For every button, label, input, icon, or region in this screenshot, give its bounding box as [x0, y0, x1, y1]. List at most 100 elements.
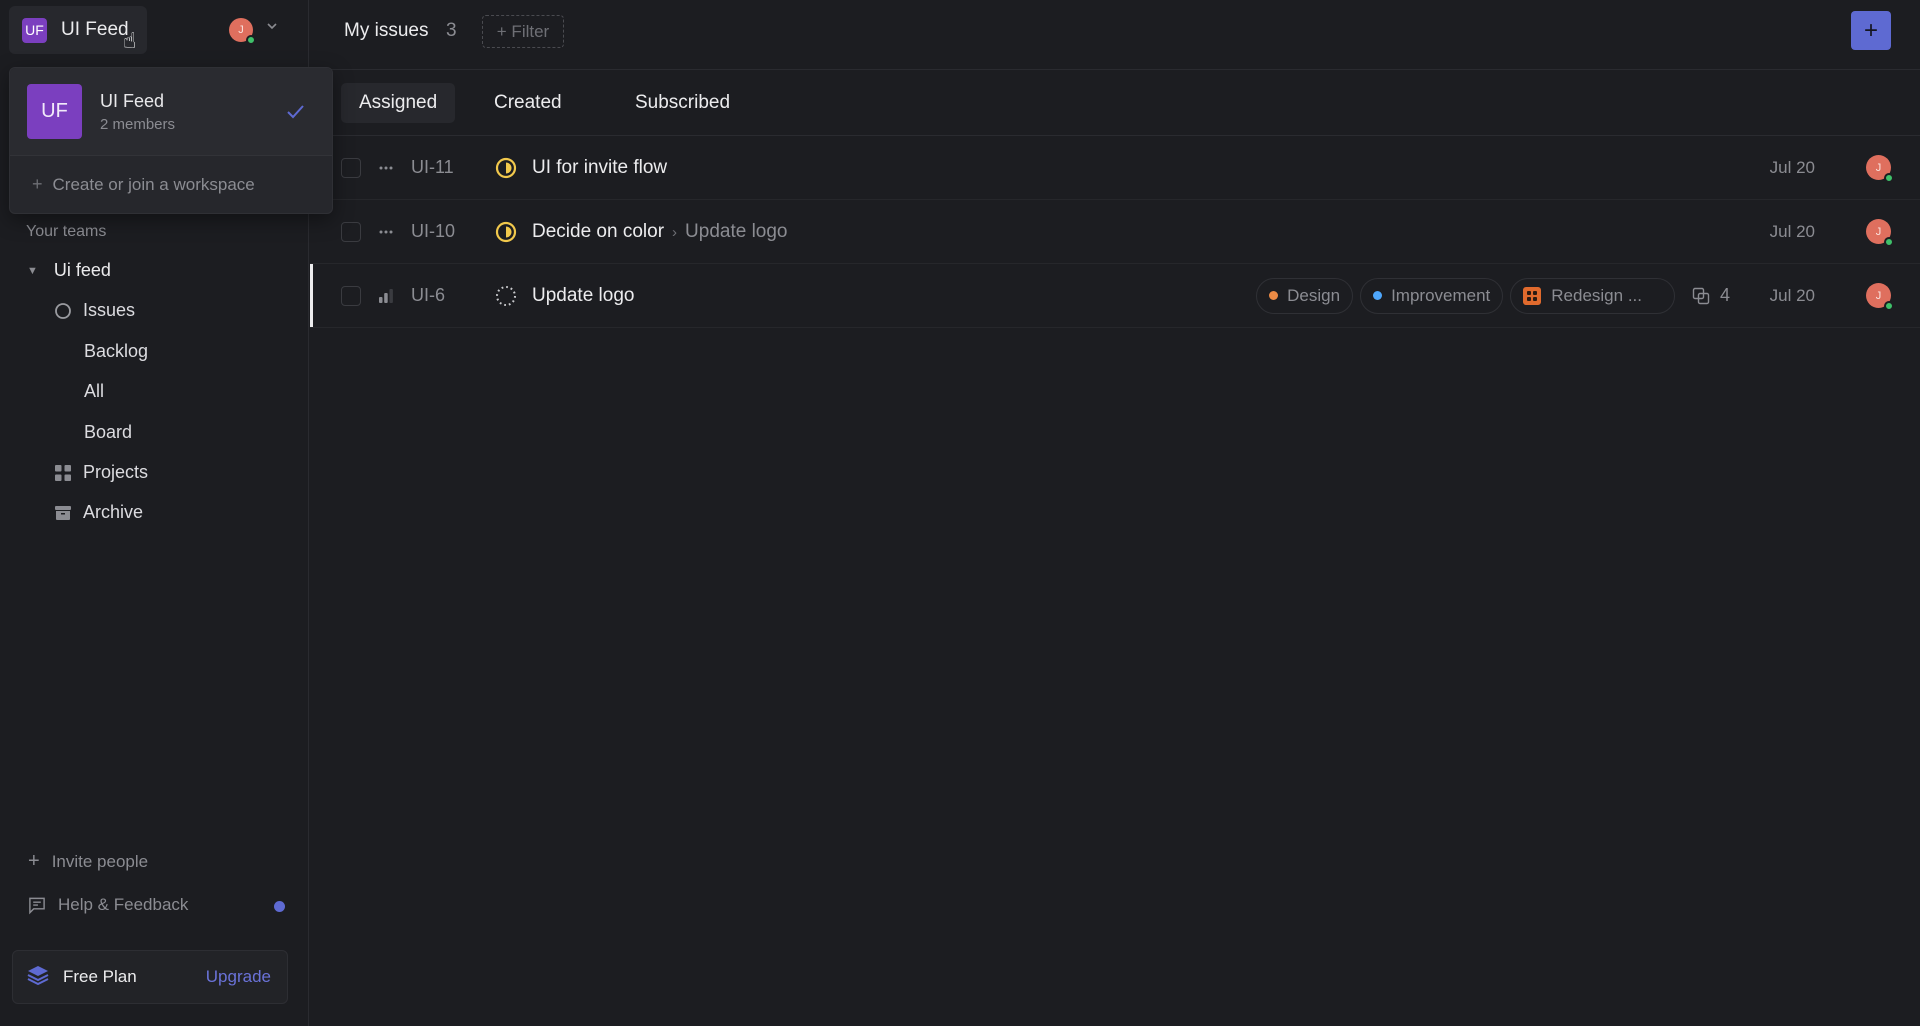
avatar-initial: J — [238, 24, 244, 36]
issue-id: UI-6 — [411, 285, 446, 305]
sub-issues-number: 4 — [1719, 285, 1730, 305]
parent-issue-link[interactable]: Update logo — [685, 221, 787, 242]
header: My issues 3 + Filter + — [310, 0, 1920, 70]
workspace-badge: UF — [22, 17, 47, 43]
hand-cursor-icon: ☝ — [123, 28, 137, 53]
new-issue-button[interactable]: + — [1851, 11, 1891, 50]
sidebar-item-label: All — [84, 381, 105, 401]
label-dot — [1373, 291, 1383, 300]
chevron-down-icon[interactable] — [264, 18, 280, 34]
sidebar-item-projects[interactable]: Projects — [54, 462, 148, 483]
label-chip-improvement[interactable]: Improvement — [1360, 277, 1504, 314]
issue-id: UI-11 — [411, 157, 454, 177]
upgrade-link[interactable]: Upgrade — [206, 967, 271, 987]
row-checkbox[interactable] — [341, 157, 361, 178]
workspace-member-count: 2 members — [100, 115, 176, 133]
issue-count: 3 — [446, 20, 457, 41]
layers-icon — [27, 965, 49, 990]
issue-row[interactable]: UI-6 Update logo Design Improvement Rede… — [310, 264, 1920, 328]
online-indicator — [246, 35, 256, 45]
row-checkbox[interactable] — [341, 285, 361, 306]
workspace-option[interactable]: UF UI Feed 2 members — [10, 68, 332, 156]
tabs: Assigned Created Subscribed — [310, 70, 1920, 136]
create-workspace-label: Create or join a workspace — [52, 174, 255, 194]
avatar-initial: J — [1875, 225, 1882, 238]
project-icon — [1523, 286, 1542, 305]
team-ui-feed[interactable]: ▼ Ui feed — [27, 260, 111, 281]
archive-icon — [54, 504, 72, 522]
create-workspace-option[interactable]: + Create or join a workspace — [10, 156, 332, 213]
issue-row[interactable]: UI-10 Decide on color › Update logo Jul 20… — [310, 200, 1920, 264]
sidebar-item-issues[interactable]: Issues — [54, 300, 135, 321]
sidebar-item-label: Archive — [83, 502, 144, 522]
no-priority-icon[interactable] — [378, 160, 394, 176]
message-icon — [28, 896, 46, 914]
issue-date: Jul 20 — [1769, 221, 1815, 241]
help-label: Help & Feedback — [58, 895, 189, 914]
issue-title[interactable]: Decide on color › Update logo — [532, 221, 788, 243]
plus-icon: + — [32, 174, 43, 194]
issue-date: Jul 20 — [1769, 157, 1815, 177]
sidebar-item-archive[interactable]: Archive — [54, 502, 143, 523]
project-chip[interactable]: Redesign ... — [1510, 277, 1675, 314]
sub-issues-count[interactable]: 4 — [1692, 285, 1730, 306]
circle-icon — [54, 302, 72, 320]
tab-created[interactable]: Created — [476, 83, 580, 123]
no-priority-icon[interactable] — [378, 224, 394, 240]
plan-card: Free Plan Upgrade — [12, 950, 288, 1004]
plus-icon: + — [1863, 16, 1878, 44]
label-dot — [1269, 291, 1279, 300]
assignee-avatar[interactable]: J — [1866, 283, 1894, 311]
issue-id: UI-10 — [411, 221, 456, 241]
avatar-initial: J — [1875, 289, 1882, 302]
sidebar-item-all[interactable]: All — [84, 381, 104, 402]
label-name: Improvement — [1391, 285, 1491, 305]
help-feedback-button[interactable]: Help & Feedback — [28, 895, 188, 915]
tab-assigned[interactable]: Assigned — [341, 83, 456, 123]
backlog-status-icon[interactable] — [495, 285, 517, 307]
assignee-avatar[interactable]: J — [1866, 219, 1894, 247]
assignee-avatar[interactable]: J — [1866, 155, 1894, 183]
workspace-name: UI Feed — [61, 19, 129, 40]
label-chip-design[interactable]: Design — [1256, 277, 1354, 314]
sidebar-item-label: Backlog — [84, 341, 149, 361]
team-name-label: Ui feed — [53, 260, 111, 280]
plan-label: Free Plan — [63, 967, 137, 986]
caret-down-icon: ▼ — [27, 264, 38, 277]
invite-label: Invite people — [51, 851, 149, 871]
check-icon — [287, 105, 304, 119]
notification-dot — [274, 901, 285, 912]
invite-people-button[interactable]: + Invite people — [28, 850, 148, 873]
plus-icon: + — [28, 850, 40, 872]
issue-title[interactable]: Update logo — [532, 285, 634, 307]
issue-row[interactable]: UI-11 UI for invite flow Jul 20 J — [310, 136, 1920, 200]
online-indicator — [1884, 237, 1894, 247]
issue-title-text: Decide on color — [532, 220, 665, 242]
workspace-badge: UF — [27, 84, 82, 139]
in-progress-status-icon[interactable] — [495, 157, 517, 179]
user-avatar[interactable]: J — [229, 18, 256, 45]
label-name: Design — [1287, 285, 1341, 305]
project-name: Redesign ... — [1551, 285, 1642, 305]
avatar-initial: J — [1875, 161, 1882, 174]
workspace-option-name: UI Feed — [100, 90, 165, 111]
online-indicator — [1884, 301, 1894, 311]
workspace-dropdown: UF UI Feed 2 members + Create or join a … — [9, 67, 333, 214]
sidebar-item-board[interactable]: Board — [84, 422, 132, 443]
sidebar-item-label: Projects — [83, 462, 149, 482]
sidebar-item-backlog[interactable]: Backlog — [84, 341, 148, 362]
row-checkbox[interactable] — [341, 221, 361, 242]
tab-subscribed[interactable]: Subscribed — [617, 83, 748, 123]
main-content: My issues 3 + Filter + Assigned Created … — [310, 0, 1920, 1026]
your-teams-label: Your teams — [26, 223, 107, 240]
in-progress-status-icon[interactable] — [495, 221, 517, 243]
sidebar-item-label: Issues — [83, 300, 136, 320]
page-title: My issues — [344, 20, 429, 41]
medium-priority-icon[interactable] — [378, 288, 394, 304]
issue-title[interactable]: UI for invite flow — [532, 157, 667, 179]
sidebar-item-label: Board — [84, 422, 133, 442]
issue-labels: Design Improvement Redesign ... — [1256, 277, 1675, 314]
issue-list: UI-11 UI for invite flow Jul 20 J UI-10 … — [310, 136, 1920, 328]
filter-button[interactable]: + Filter — [482, 15, 564, 48]
online-indicator — [1884, 173, 1894, 183]
